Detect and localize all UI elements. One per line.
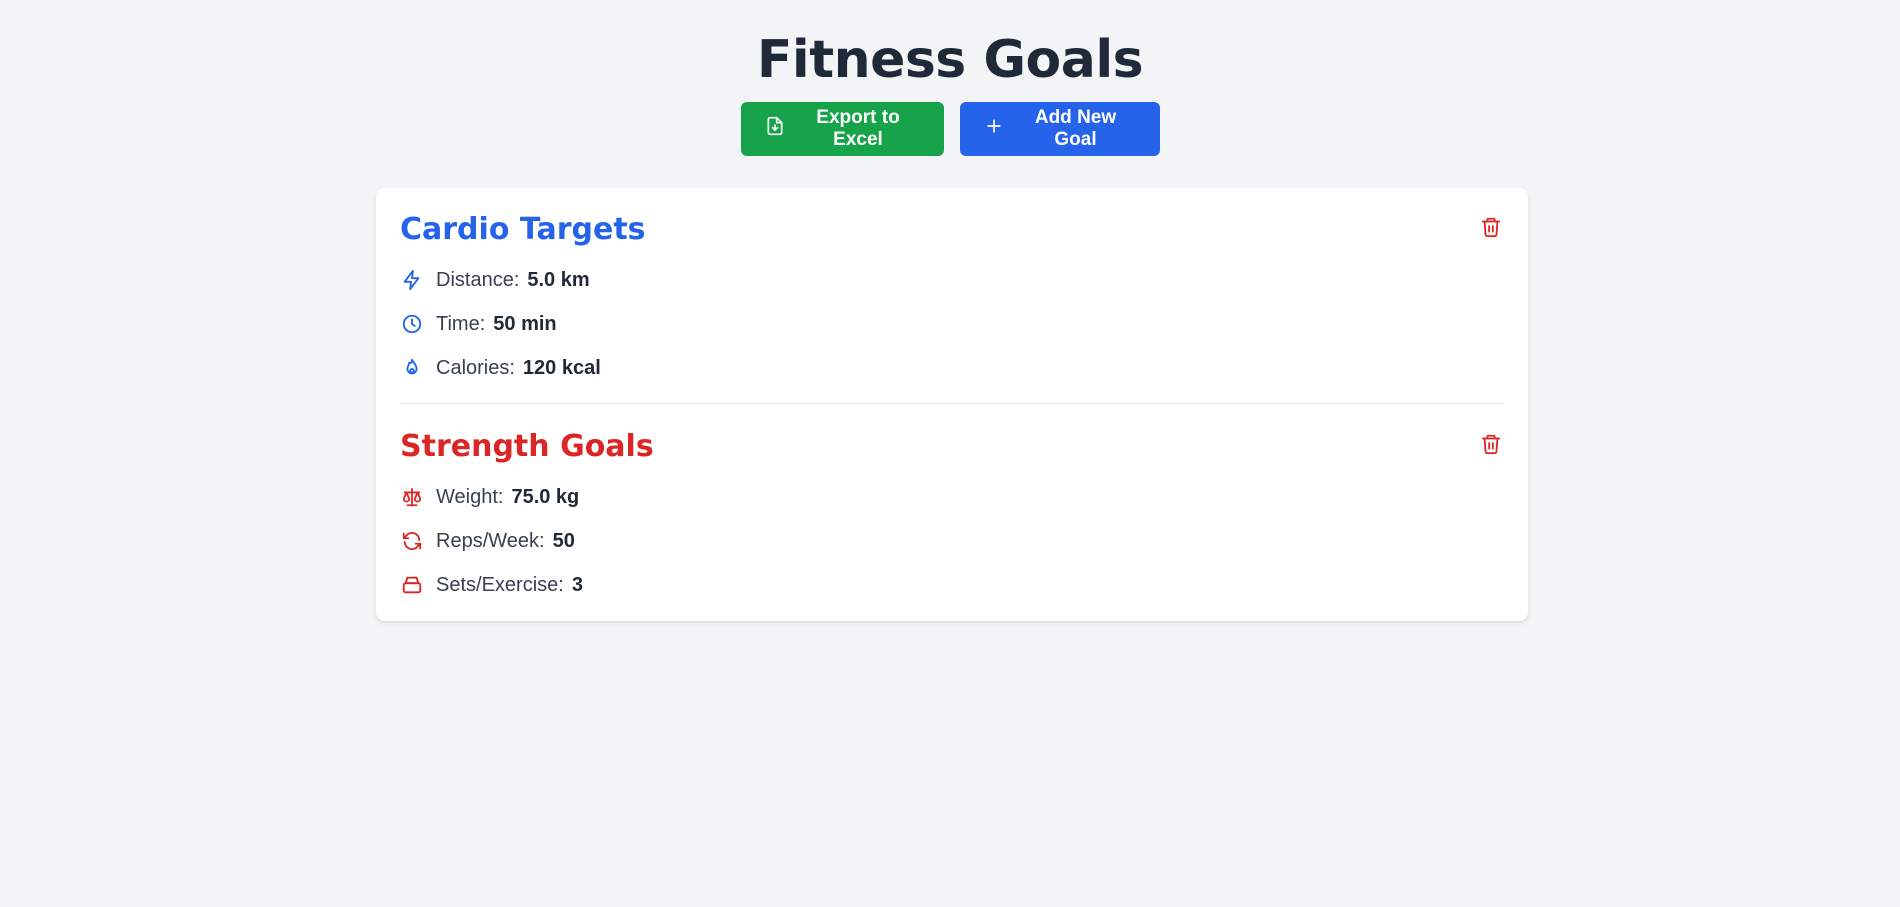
- page-title: Fitness Goals: [756, 30, 1144, 90]
- file-export-icon: [765, 116, 785, 142]
- item-label: Calories:: [436, 356, 515, 379]
- add-button-label: Add New Goal: [1034, 107, 1117, 150]
- item-value: 3: [571, 573, 583, 596]
- trash-icon: [1480, 217, 1502, 242]
- section-title-cardio: Cardio Targets: [400, 212, 646, 247]
- item-label: Reps/Week:: [436, 529, 545, 552]
- flame-icon: [400, 356, 424, 380]
- refresh-icon: [400, 529, 424, 553]
- clock-icon: [400, 312, 424, 336]
- add-new-goal-button[interactable]: Add New Goal: [959, 102, 1160, 156]
- delete-cardio-button[interactable]: [1480, 216, 1504, 240]
- item-label: Sets/Exercise:: [436, 573, 564, 596]
- item-label: Weight:: [436, 485, 504, 508]
- plus-icon: [984, 116, 1004, 142]
- item-value: 50 min: [493, 312, 557, 335]
- toolbar: Export to Excel Add New Goal: [0, 102, 1900, 156]
- item-value: 120 kcal: [522, 356, 601, 379]
- section-divider: [400, 403, 1504, 404]
- item-value: 5.0 km: [527, 268, 590, 291]
- goals-card: Cardio Targets Distance: 5.0 km Time: 50…: [376, 188, 1528, 621]
- strength-section: Strength Goals Weight: 75.0 kg Reps/Week…: [400, 429, 1504, 607]
- list-item: Time: 50 min: [400, 302, 1504, 346]
- item-value: 75.0 kg: [511, 485, 580, 508]
- list-item: Calories: 120 kcal: [400, 346, 1504, 390]
- export-button-label: Export to Excel: [816, 107, 900, 150]
- list-item: Weight: 75.0 kg: [400, 475, 1504, 519]
- item-label: Distance:: [436, 268, 520, 291]
- scale-icon: [400, 485, 424, 509]
- lightning-icon: [400, 268, 424, 292]
- cardio-section: Cardio Targets Distance: 5.0 km Time: 50…: [400, 212, 1504, 390]
- list-item: Sets/Exercise: 3: [400, 563, 1504, 607]
- item-label: Time:: [436, 312, 486, 335]
- delete-strength-button[interactable]: [1480, 433, 1504, 457]
- export-to-excel-button[interactable]: Export to Excel: [740, 102, 944, 156]
- stack-icon: [400, 573, 424, 597]
- item-value: 50: [552, 529, 575, 552]
- section-title-strength: Strength Goals: [400, 429, 654, 464]
- list-item: Distance: 5.0 km: [400, 258, 1504, 302]
- list-item: Reps/Week: 50: [400, 519, 1504, 563]
- trash-icon: [1480, 434, 1502, 459]
